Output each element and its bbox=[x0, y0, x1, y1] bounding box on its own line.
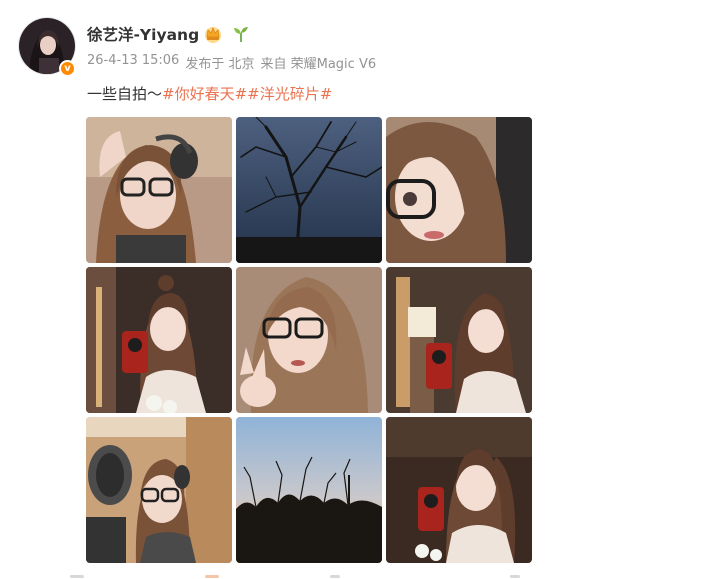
photo-thumbnail[interactable] bbox=[86, 267, 232, 413]
post-location: 发布于 北京 bbox=[185, 57, 255, 72]
verified-v-badge-icon: v bbox=[59, 60, 76, 77]
photo-grid bbox=[86, 117, 533, 564]
sprout-badge-icon[interactable] bbox=[231, 24, 251, 44]
post-body: 一些自拍～#你好春天##洋光碎片# bbox=[87, 83, 332, 104]
photo-thumbnail[interactable] bbox=[236, 417, 382, 563]
photo-thumbnail[interactable] bbox=[386, 117, 532, 263]
photo-thumbnail[interactable] bbox=[386, 417, 532, 563]
photo-thumbnail[interactable] bbox=[236, 267, 382, 413]
crown-fan-badge-icon[interactable] bbox=[203, 24, 223, 44]
author-name[interactable]: 徐艺洋-Yiyang bbox=[87, 23, 199, 45]
post-source: 来自 荣耀Magic V6 bbox=[260, 57, 377, 72]
photo-thumbnail[interactable] bbox=[236, 117, 382, 263]
post-text: 一些自拍～ bbox=[87, 85, 163, 103]
action-bar-edge bbox=[0, 574, 703, 579]
post-timestamp[interactable]: 26-4-13 15:06 bbox=[87, 53, 179, 72]
photo-thumbnail[interactable] bbox=[386, 267, 532, 413]
hashtag-link[interactable]: #你好春天# bbox=[162, 85, 247, 103]
photo-thumbnail[interactable] bbox=[86, 417, 232, 563]
photo-thumbnail[interactable] bbox=[86, 117, 232, 263]
post-meta: 26-4-13 15:06 发布于 北京 来自 荣耀Magic V6 bbox=[87, 53, 376, 72]
hashtag-link[interactable]: #洋光碎片# bbox=[247, 85, 332, 103]
